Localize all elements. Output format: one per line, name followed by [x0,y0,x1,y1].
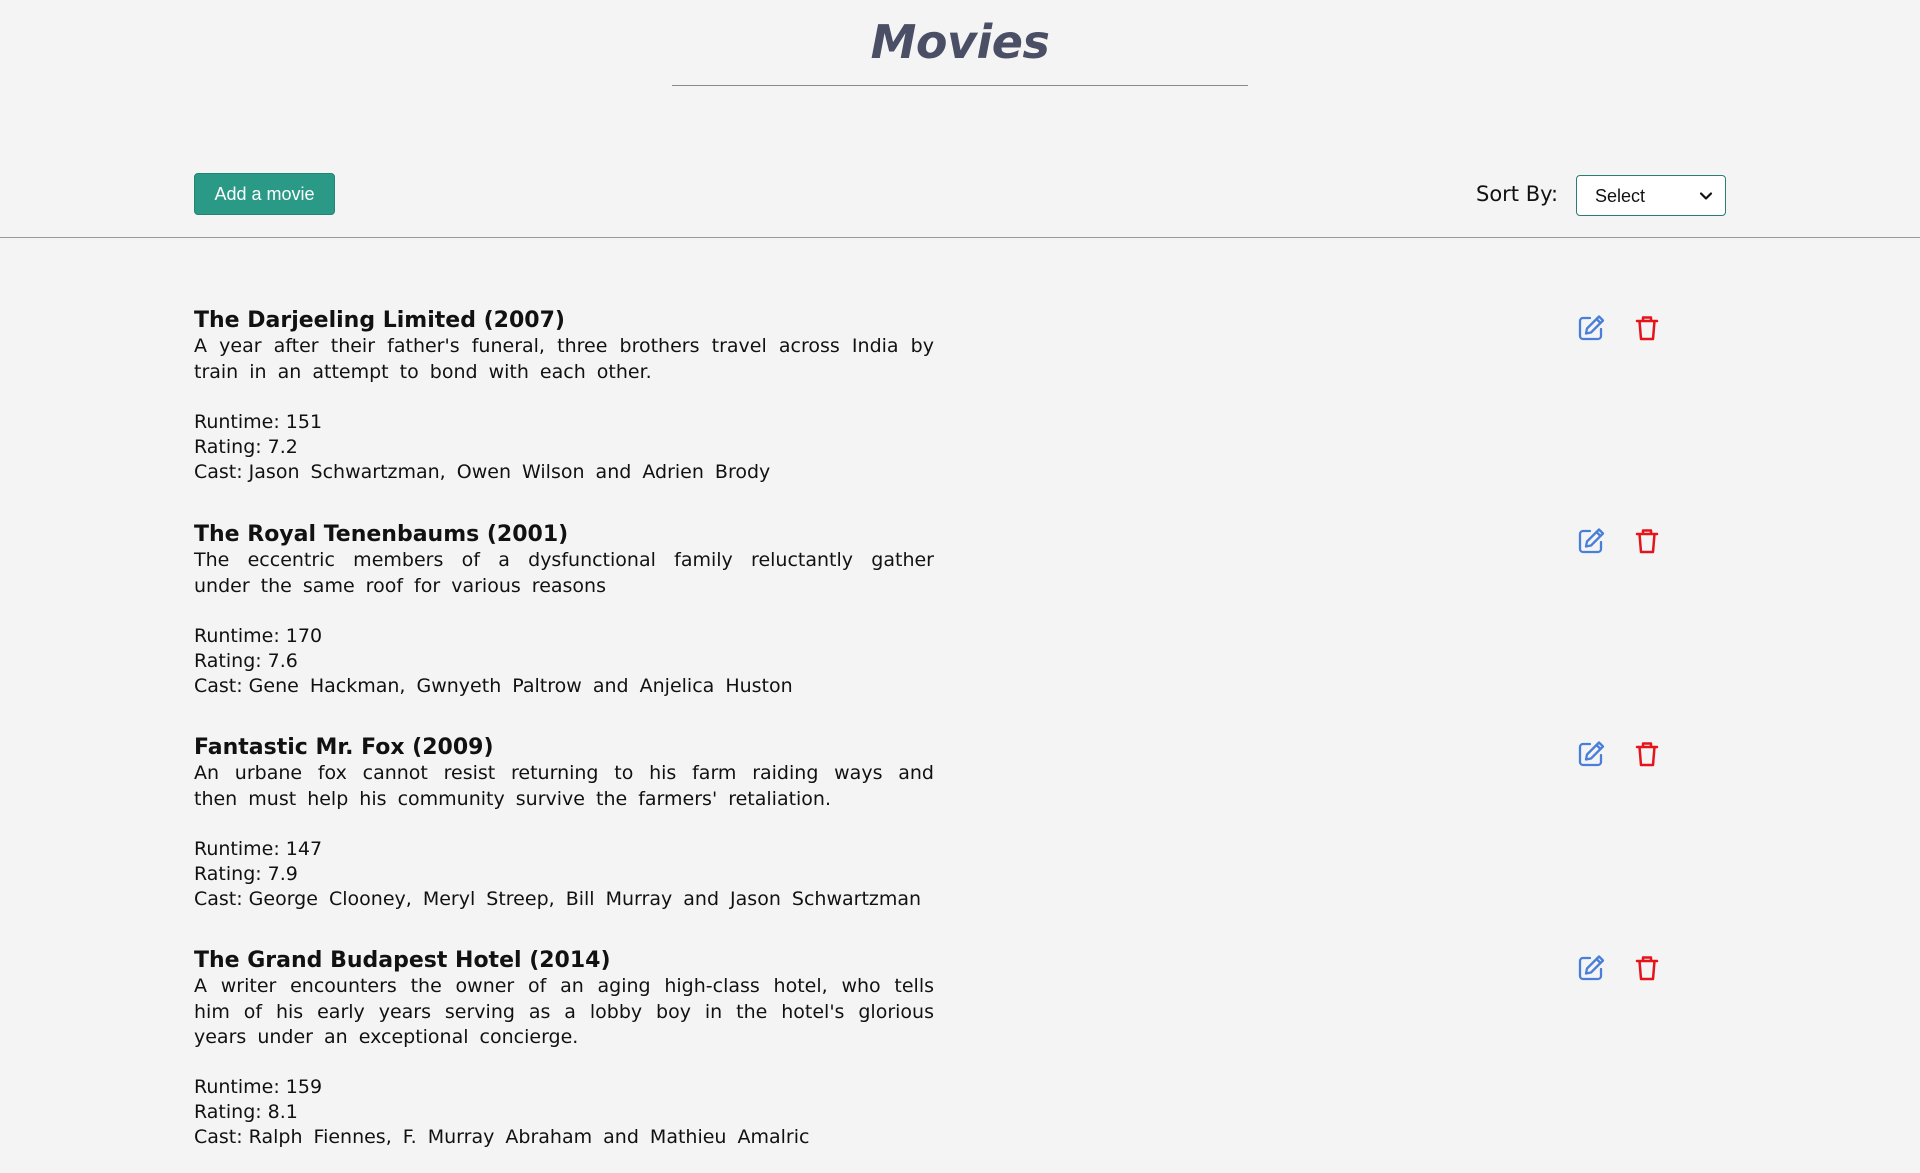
movie-description: A year after their father's funeral, thr… [194,335,934,383]
trash-icon [1635,956,1659,981]
rating-value: 8.1 [267,1101,298,1123]
delete-button[interactable] [1632,526,1662,556]
edit-icon [1578,741,1605,767]
edit-button[interactable] [1576,313,1606,343]
movie-runtime: Runtime: 159 [194,1075,322,1100]
rating-label: Rating: [194,1101,262,1123]
cast-value: George Clooney, Meryl Streep, Bill Murra… [248,888,922,910]
rating-label: Rating: [194,436,262,458]
delete-button[interactable] [1632,953,1662,983]
sort-by-label: Sort By: [1476,182,1559,206]
add-movie-button[interactable]: Add a movie [194,173,335,215]
movie-title: The Royal Tenenbaums (2001) [194,522,569,547]
movie-cast: Cast: George Clooney, Meryl Streep, Bill … [194,887,921,912]
movie-rating: Rating: 7.6 [194,649,298,674]
movie-title: The Grand Budapest Hotel (2014) [194,948,611,973]
page-title: Movies [870,15,1050,69]
edit-icon [1578,955,1605,981]
rating-label: Rating: [194,863,262,885]
cast-label: Cast: [194,1126,243,1148]
runtime-label: Runtime: [194,411,280,433]
title-divider [672,85,1248,86]
movie-description: An urbane fox cannot resist returning to… [194,762,934,810]
movie-cast: Cast: Jason Schwartzman, Owen Wilson and … [194,460,770,485]
cast-label: Cast: [194,675,243,697]
trash-icon [1635,316,1659,341]
movie-rating: Rating: 7.9 [194,862,298,887]
movie-title: Fantastic Mr. Fox (2009) [194,735,494,760]
sort-select[interactable]: Select [1576,175,1726,216]
movie-title: The Darjeeling Limited (2007) [194,308,565,333]
toolbar-divider [0,237,1920,238]
runtime-value: 151 [285,411,323,433]
rating-value: 7.6 [267,650,298,672]
runtime-value: 147 [285,838,323,860]
edit-icon [1578,315,1605,341]
movie-rating: Rating: 7.2 [194,435,298,460]
cast-value: Gene Hackman, Gwnyeth Paltrow and Anjeli… [248,675,793,697]
edit-button[interactable] [1576,739,1606,769]
trash-icon [1635,529,1659,554]
movie-runtime: Runtime: 170 [194,624,322,649]
runtime-label: Runtime: [194,625,280,647]
chevron-down-icon [1699,192,1713,200]
edit-button[interactable] [1576,526,1606,556]
cast-label: Cast: [194,888,243,910]
delete-button[interactable] [1632,313,1662,343]
movie-runtime: Runtime: 151 [194,410,322,435]
movie-description: A writer encounters the owner of an agin… [194,975,934,1048]
edit-button[interactable] [1576,953,1606,983]
sort-select-value: Select [1595,186,1646,206]
cast-value: Jason Schwartzman, Owen Wilson and Adrie… [248,461,771,483]
delete-button[interactable] [1632,739,1662,769]
movie-runtime: Runtime: 147 [194,837,322,862]
cast-label: Cast: [194,461,243,483]
rating-label: Rating: [194,650,262,672]
rating-value: 7.2 [267,436,298,458]
runtime-value: 159 [285,1076,323,1098]
runtime-label: Runtime: [194,838,280,860]
trash-icon [1635,742,1659,767]
edit-icon [1578,528,1605,554]
movie-cast: Cast: Ralph Fiennes, F. Murray Abraham an… [194,1125,809,1150]
runtime-label: Runtime: [194,1076,280,1098]
rating-value: 7.9 [267,863,298,885]
cast-value: Ralph Fiennes, F. Murray Abraham and Mat… [248,1126,810,1148]
movie-rating: Rating: 8.1 [194,1100,298,1125]
movie-description: The eccentric members of a dysfunctional… [194,549,934,597]
movie-cast: Cast: Gene Hackman, Gwnyeth Paltrow and A… [194,674,793,699]
runtime-value: 170 [285,625,323,647]
